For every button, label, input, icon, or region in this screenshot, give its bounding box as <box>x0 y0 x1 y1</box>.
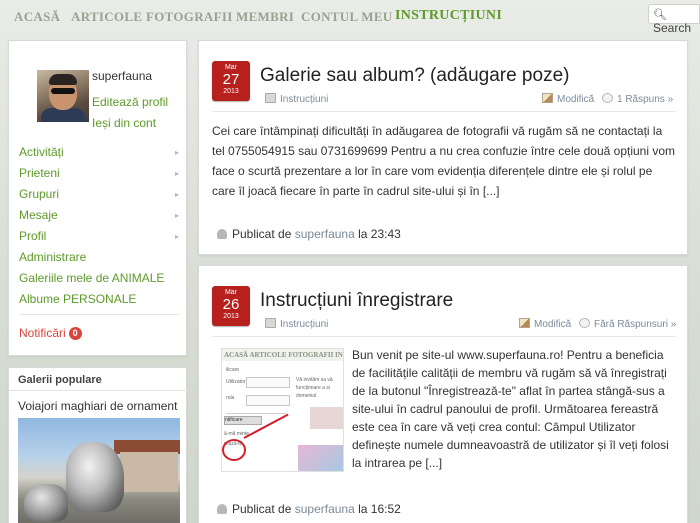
post-card: Mar 26 2013 Instrucțiuni înregistrare In… <box>198 265 688 523</box>
post-date-badge: Mar 26 2013 <box>212 286 250 326</box>
edit-icon <box>542 93 553 103</box>
chevron-right-icon: ▸ <box>174 148 179 157</box>
menu-item-activities[interactable]: Activități ▸ <box>19 142 179 163</box>
menu-divider <box>19 314 179 315</box>
folder-icon <box>265 318 276 328</box>
search-box[interactable]: 🔍︎Search <box>648 4 700 35</box>
comment-icon <box>602 93 613 103</box>
chevron-right-icon: ▸ <box>174 169 179 178</box>
nav-item-articles[interactable]: ARTICOLE <box>71 9 142 25</box>
post-footer: Publicat de superfauna la 16:52 <box>217 502 401 516</box>
menu-item-my-animal-galleries[interactable]: Galeriile mele de ANIMALE <box>19 268 179 289</box>
chevron-right-icon: ▸ <box>174 190 179 199</box>
divider <box>9 390 188 391</box>
post-title[interactable]: Instrucțiuni înregistrare <box>260 290 453 312</box>
popular-galleries-panel: Galerii populare Voiajori maghiari de or… <box>8 367 188 523</box>
chevron-right-icon: ▸ <box>174 211 179 220</box>
nav-item-my-account[interactable]: CONTUL MEU <box>301 9 392 25</box>
notifications-badge: 0 <box>68 327 82 341</box>
nav-item-instructions[interactable]: INSTRUCȚIUNI <box>395 8 502 24</box>
gallery-caption[interactable]: Voiajori maghiari de ornament <box>18 399 177 413</box>
read-more-link[interactable]: [...] <box>425 456 442 470</box>
magnifier-icon: 🔍︎ <box>653 9 667 21</box>
comment-icon <box>579 318 590 328</box>
post-category[interactable]: Instrucțiuni <box>265 318 328 332</box>
divider <box>212 336 676 337</box>
post-title[interactable]: Galerie sau album? (adăugare poze) <box>260 65 569 87</box>
post-comments-link[interactable]: Fără Răspunsuri » <box>579 318 676 332</box>
nav-item-members[interactable]: MEMBRI <box>236 9 294 25</box>
profile-username: superfauna <box>92 69 153 83</box>
nav-item-photos[interactable]: FOTOGRAFII <box>146 9 233 25</box>
post-author-link[interactable]: superfauna <box>295 227 355 241</box>
user-icon <box>217 504 227 514</box>
profile-panel: superfauna Editează profil Ieși din cont… <box>8 40 187 356</box>
post-edit-link[interactable]: Modifică <box>542 93 594 107</box>
menu-item-administration[interactable]: Administrare <box>19 247 179 268</box>
post-comments-link[interactable]: 1 Răspuns » <box>602 93 673 107</box>
search-label: Search <box>653 21 692 35</box>
post-footer: Publicat de superfauna la 23:43 <box>217 227 401 241</box>
post-author-link[interactable]: superfauna <box>295 502 355 516</box>
post-card: Mar 27 2013 Galerie sau album? (adăugare… <box>198 40 688 255</box>
menu-item-friends[interactable]: Prieteni ▸ <box>19 163 179 184</box>
edit-profile-link[interactable]: Editează profil <box>92 95 168 109</box>
chevron-right-icon: ▸ <box>174 232 179 241</box>
logout-link[interactable]: Ieși din cont <box>92 116 156 130</box>
gallery-image-pigeons[interactable] <box>18 418 180 523</box>
post-edit-link[interactable]: Modifică <box>519 318 571 332</box>
read-more-link[interactable]: [...] <box>483 184 500 198</box>
post-date-badge: Mar 27 2013 <box>212 61 250 101</box>
menu-item-personal-albums[interactable]: Albume PERSONALE <box>19 289 179 310</box>
post-time: 23:43 <box>370 227 401 241</box>
profile-menu: Activități ▸ Prieteni ▸ Grupuri ▸ Mesaje ▸ P… <box>19 142 179 344</box>
post-excerpt: Bun venit pe site-ul www.superfauna.ro! … <box>352 348 669 470</box>
avatar[interactable] <box>37 70 89 122</box>
user-icon <box>217 229 227 239</box>
menu-item-profile[interactable]: Profil ▸ <box>19 226 179 247</box>
divider <box>212 111 676 112</box>
folder-icon <box>265 93 276 103</box>
nav-item-home[interactable]: ACASĂ <box>14 9 60 25</box>
edit-icon <box>519 318 530 328</box>
top-navigation: ACASĂ ARTICOLE FOTOGRAFII MEMBRI CONTUL … <box>0 0 700 35</box>
post-category[interactable]: Instrucțiuni <box>265 93 328 107</box>
notifications-link[interactable]: Notificări 0 <box>19 323 179 344</box>
post-time: 16:52 <box>370 502 401 516</box>
post-excerpt: Cei care întâmpinați dificultăți în adău… <box>212 124 676 198</box>
post-thumbnail[interactable]: ACASĂ ARTICOLE FOTOGRAFII INSTRU ilicare… <box>221 348 344 472</box>
menu-item-groups[interactable]: Grupuri ▸ <box>19 184 179 205</box>
popular-galleries-title: Galerii populare <box>18 374 102 386</box>
menu-item-messages[interactable]: Mesaje ▸ <box>19 205 179 226</box>
